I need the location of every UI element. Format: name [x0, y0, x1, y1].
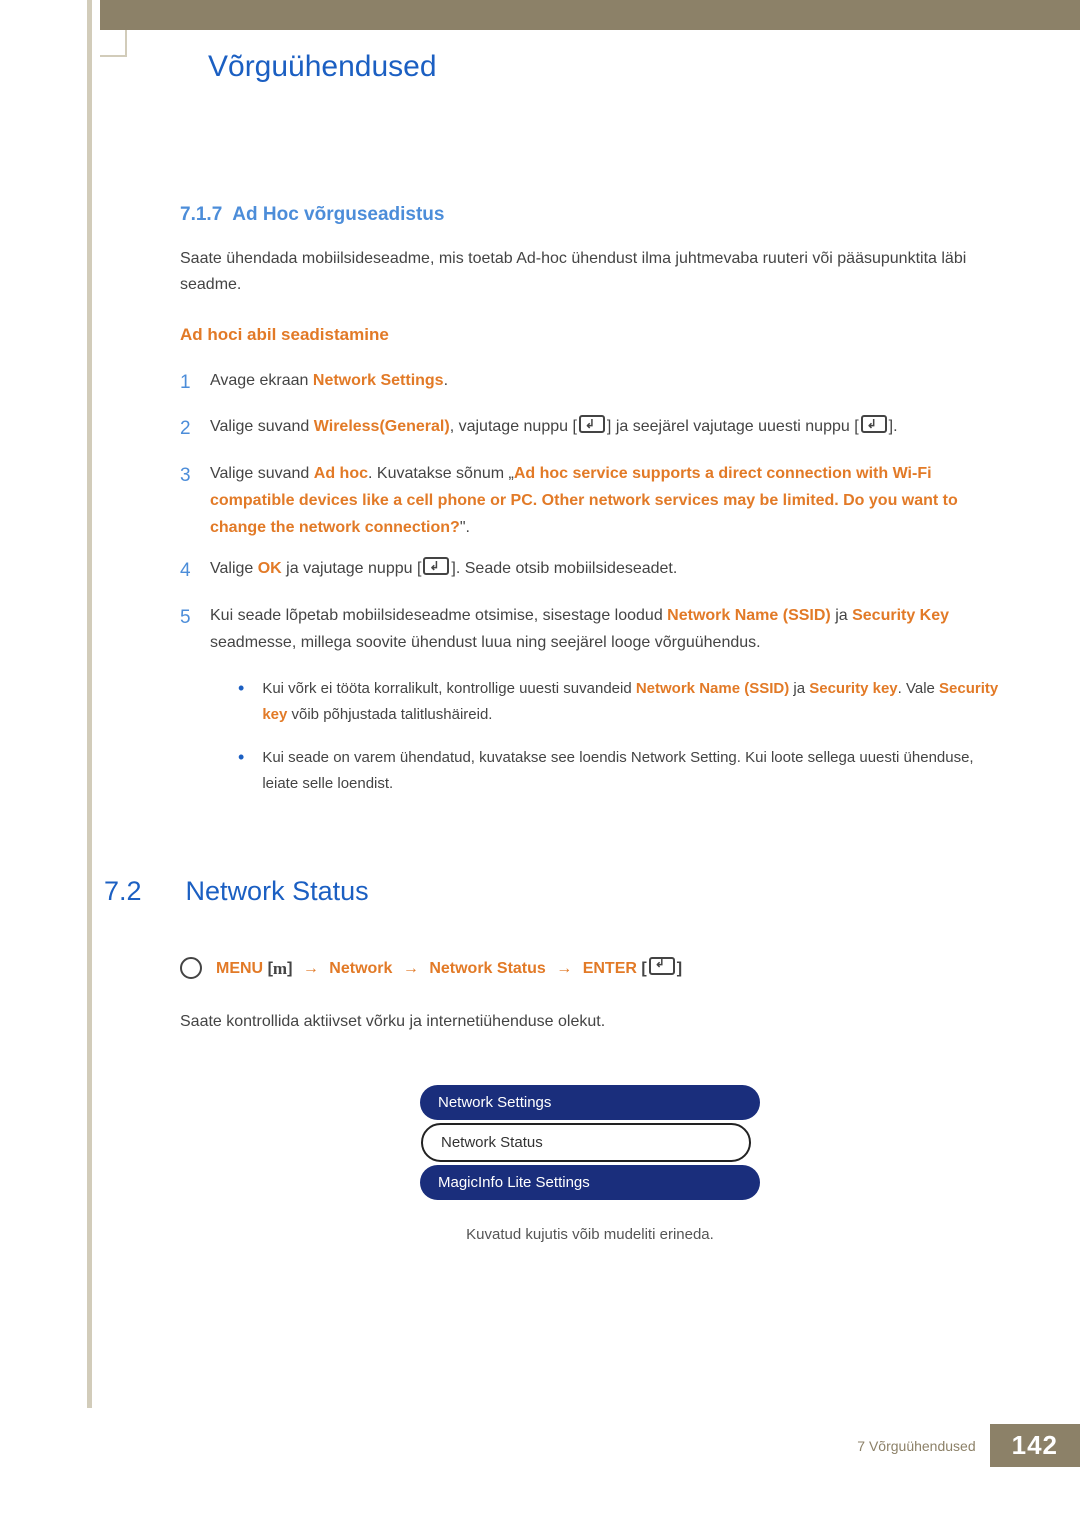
- step-item: 4 Valige OK ja vajutage nuppu []. Seade …: [180, 555, 1000, 587]
- top-decorative-band: [100, 0, 1080, 30]
- note-text: Kui võrk ei tööta korralikult, kontrolli…: [262, 676, 1000, 727]
- step-num: 5: [180, 602, 210, 656]
- enter-icon: [861, 415, 887, 433]
- section-heading: 7.2 Network Status: [180, 876, 1000, 907]
- left-decorative-strip: [87, 0, 92, 1408]
- enter-icon: [579, 415, 605, 433]
- step-list: 1 Avage ekraan Network Settings. 2 Valig…: [180, 367, 1000, 656]
- intro-paragraph: Saate ühendada mobiilsideseadme, mis toe…: [180, 246, 1000, 297]
- subsection-number: 7.1.7: [180, 204, 222, 225]
- subsection-heading: 7.1.7 Ad Hoc võrguseadistus: [180, 204, 1000, 226]
- footer-text: 7 Võrguühendused: [857, 1438, 975, 1454]
- note-item: • Kui võrk ei tööta korralikult, kontrol…: [238, 676, 1000, 727]
- step-num: 4: [180, 555, 210, 587]
- step-text: Kui seade lõpetab mobiilsideseadme otsim…: [210, 602, 1000, 656]
- step-item: 5 Kui seade lõpetab mobiilsideseadme ots…: [180, 602, 1000, 656]
- page-number: 142: [990, 1424, 1080, 1467]
- step-text: Avage ekraan Network Settings.: [210, 367, 1000, 399]
- chapter-title: Võrguühendused: [208, 50, 1000, 84]
- page-footer: 7 Võrguühendused 142: [0, 1424, 1080, 1467]
- top-corner-box: [100, 30, 127, 57]
- menu-path-text: MENU [m] → Network → Network Status → EN…: [216, 957, 682, 979]
- note-block: • Kui võrk ei tööta korralikult, kontrol…: [238, 676, 1000, 796]
- bullet-icon: •: [238, 745, 244, 796]
- note-text: Kui seade on varem ühendatud, kuvatakse …: [262, 745, 1000, 796]
- step-item: 1 Avage ekraan Network Settings.: [180, 367, 1000, 399]
- step-num: 3: [180, 460, 210, 542]
- note-item: • Kui seade on varem ühendatud, kuvataks…: [238, 745, 1000, 796]
- bullet-icon: •: [238, 676, 244, 727]
- circle-icon: [180, 957, 202, 979]
- menu-item-network-status: Network Status: [421, 1123, 751, 1162]
- step-text: Valige suvand Wireless(General), vajutag…: [210, 413, 1000, 445]
- step-text: Valige OK ja vajutage nuppu []. Seade ot…: [210, 555, 1000, 587]
- menu-item-network-settings: Network Settings: [420, 1085, 760, 1120]
- section-title: Network Status: [186, 876, 369, 907]
- menu-preview: Network Settings Network Status MagicInf…: [420, 1085, 760, 1200]
- enter-icon: [423, 557, 449, 575]
- step-num: 1: [180, 367, 210, 399]
- menu-item-magicinfo: MagicInfo Lite Settings: [420, 1165, 760, 1200]
- sub-heading: Ad hoci abil seadistamine: [180, 325, 1000, 345]
- menu-path: MENU [m] → Network → Network Status → EN…: [180, 957, 1000, 979]
- step-item: 2 Valige suvand Wireless(General), vajut…: [180, 413, 1000, 445]
- step-item: 3 Valige suvand Ad hoc. Kuvatakse sõnum …: [180, 460, 1000, 542]
- enter-icon: [649, 957, 675, 975]
- subsection-title-text: Ad Hoc võrguseadistus: [232, 204, 444, 225]
- section-number: 7.2: [104, 876, 142, 907]
- step-text: Valige suvand Ad hoc. Kuvatakse sõnum „A…: [210, 460, 1000, 542]
- menu-m-icon: m: [273, 959, 287, 978]
- image-caption: Kuvatud kujutis võib mudeliti erineda.: [180, 1226, 1000, 1243]
- status-paragraph: Saate kontrollida aktiivset võrku ja int…: [180, 1009, 1000, 1035]
- step-num: 2: [180, 413, 210, 445]
